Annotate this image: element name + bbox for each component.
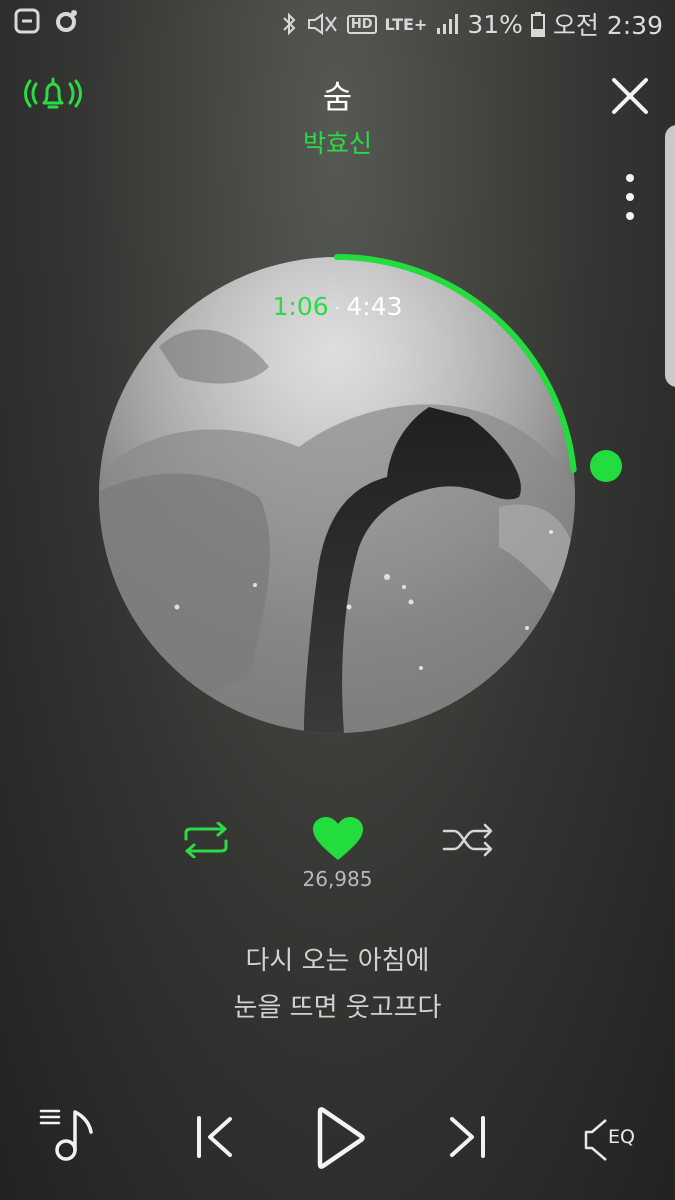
- playlist-button[interactable]: [38, 1106, 96, 1164]
- track-title: 숨: [322, 78, 353, 116]
- status-circle-icon: [56, 10, 77, 32]
- time-separator: ·: [334, 297, 341, 319]
- play-button[interactable]: [316, 1104, 368, 1172]
- heart-icon: [313, 817, 363, 860]
- status-clock: 오전 2:39: [552, 11, 663, 40]
- more-icon-dot: [626, 212, 634, 220]
- album-art: [99, 257, 575, 733]
- eq-label: EQ: [608, 1126, 635, 1148]
- shuffle-button[interactable]: [442, 822, 496, 858]
- playlist-icon: [39, 1109, 93, 1161]
- bluetooth-icon: [283, 12, 296, 36]
- track-artist[interactable]: 박효신: [0, 124, 675, 160]
- shuffle-icon: [442, 823, 493, 857]
- status-app-icon: [14, 8, 40, 34]
- status-bar-right: HD LTE+ 31% 오전 2:39: [281, 6, 663, 42]
- lyric-line-next[interactable]: 눈을 뜨면 웃고프다: [0, 987, 675, 1024]
- repeat-button[interactable]: [180, 821, 232, 859]
- equalizer-button[interactable]: EQ: [584, 1116, 644, 1164]
- seek-handle[interactable]: [590, 450, 622, 482]
- album-art-image: [99, 257, 575, 733]
- more-options-button[interactable]: [616, 174, 644, 220]
- next-icon: [450, 1116, 485, 1158]
- play-icon: [317, 1107, 365, 1169]
- lyric-line-current[interactable]: 다시 오는 아침에: [0, 940, 675, 977]
- more-icon-dot: [626, 193, 634, 201]
- like-count: 26,985: [302, 867, 373, 891]
- hd-badge: HD: [346, 14, 377, 34]
- total-time: 4:43: [346, 292, 403, 321]
- status-bar: HD LTE+ 31% 오전 2:39: [0, 0, 675, 46]
- current-time: 1:06: [272, 292, 329, 321]
- time-display: 1:06 · 4:43: [0, 292, 675, 321]
- signal-icon: [437, 14, 459, 34]
- close-button[interactable]: [608, 74, 652, 118]
- previous-button[interactable]: [194, 1114, 238, 1160]
- previous-icon: [197, 1116, 232, 1158]
- close-icon: [612, 78, 648, 114]
- next-button[interactable]: [444, 1114, 488, 1160]
- side-panel-handle[interactable]: [665, 125, 675, 387]
- status-bar-left: [14, 8, 80, 34]
- battery-percent: 31%: [467, 9, 523, 39]
- mute-icon: [307, 13, 337, 35]
- network-label: LTE+: [384, 14, 428, 34]
- more-icon: [626, 174, 634, 182]
- repeat-icon: [184, 821, 228, 859]
- battery-icon: [530, 12, 545, 37]
- like-button[interactable]: [311, 816, 365, 862]
